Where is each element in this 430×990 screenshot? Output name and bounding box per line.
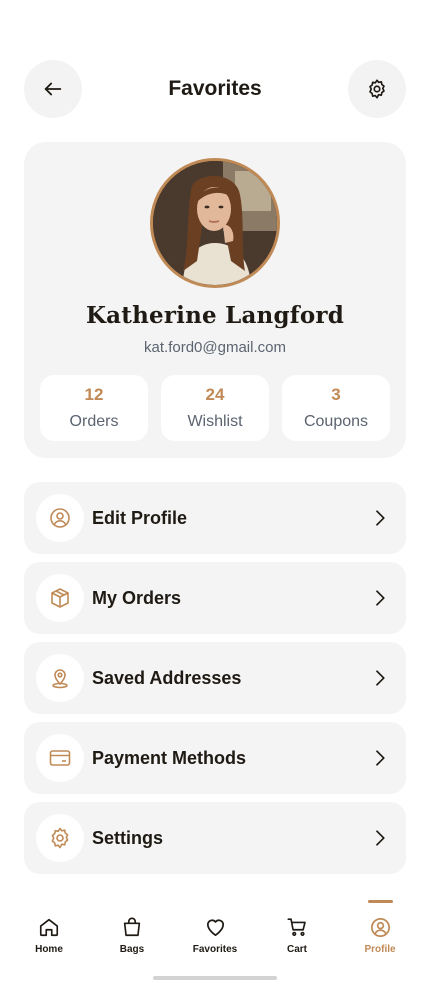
heart-icon [180,914,250,940]
cart-icon [262,914,332,940]
bottom-nav: Home Bags Favorites Cart Profile [0,900,430,970]
back-button[interactable] [24,60,82,118]
profile-email: kat.ford0@gmail.com [144,339,286,356]
stat-label: Coupons [303,413,369,430]
arrow-left-icon [44,82,62,96]
location-pin-icon [36,654,84,702]
active-tab-indicator [368,900,393,903]
avatar[interactable] [150,158,280,288]
nav-item-cart[interactable]: Cart [262,914,332,955]
gear-icon [369,79,385,99]
menu-item-my-orders[interactable]: My Orders [24,562,406,634]
gear-icon [36,814,84,862]
settings-button[interactable] [348,60,406,118]
stats-row: 12 Orders 24 Wishlist 3 Coupons [40,375,390,441]
nav-item-bags[interactable]: Bags [97,914,167,955]
nav-item-profile[interactable]: Profile [345,914,415,955]
nav-label: Bags [119,944,145,955]
header: Favorites [24,60,406,118]
menu-label: Settings [92,828,164,848]
stat-coupons[interactable]: 3 Coupons [282,375,390,441]
nav-label: Favorites [192,944,238,955]
menu-label: Edit Profile [92,508,188,528]
menu-label: Payment Methods [92,748,247,768]
box-icon [36,574,84,622]
stat-label: Wishlist [187,413,243,430]
nav-item-favorites[interactable]: Favorites [180,914,250,955]
chevron-right-icon [368,826,392,850]
stat-value: 3 [331,385,341,404]
menu-item-saved-addresses[interactable]: Saved Addresses [24,642,406,714]
menu-item-payment-methods[interactable]: Payment Methods [24,722,406,794]
menu-item-settings[interactable]: Settings [24,802,406,874]
stat-value: 24 [205,385,225,404]
chevron-right-icon [368,586,392,610]
stat-label: Orders [69,413,119,430]
nav-label: Cart [286,944,307,955]
bag-icon [97,914,167,940]
chevron-right-icon [368,666,392,690]
menu-label: Saved Addresses [92,668,242,688]
nav-item-home[interactable]: Home [14,914,84,955]
profile-card: Katherine Langford kat.ford0@gmail.com 1… [24,142,406,458]
home-icon [14,914,84,940]
stat-wishlist[interactable]: 24 Wishlist [161,375,269,441]
nav-label: Home [35,944,63,955]
stat-orders[interactable]: 12 Orders [40,375,148,441]
profile-name: Katherine Langford [85,302,344,329]
chevron-right-icon [368,746,392,770]
menu-label: My Orders [92,588,182,608]
chevron-right-icon [368,506,392,530]
user-icon [36,494,84,542]
menu-item-edit-profile[interactable]: Edit Profile [24,482,406,554]
home-indicator [153,976,277,980]
credit-card-icon [36,734,84,782]
profile-icon [345,914,415,940]
nav-label: Profile [364,944,396,955]
stat-value: 12 [84,385,104,404]
